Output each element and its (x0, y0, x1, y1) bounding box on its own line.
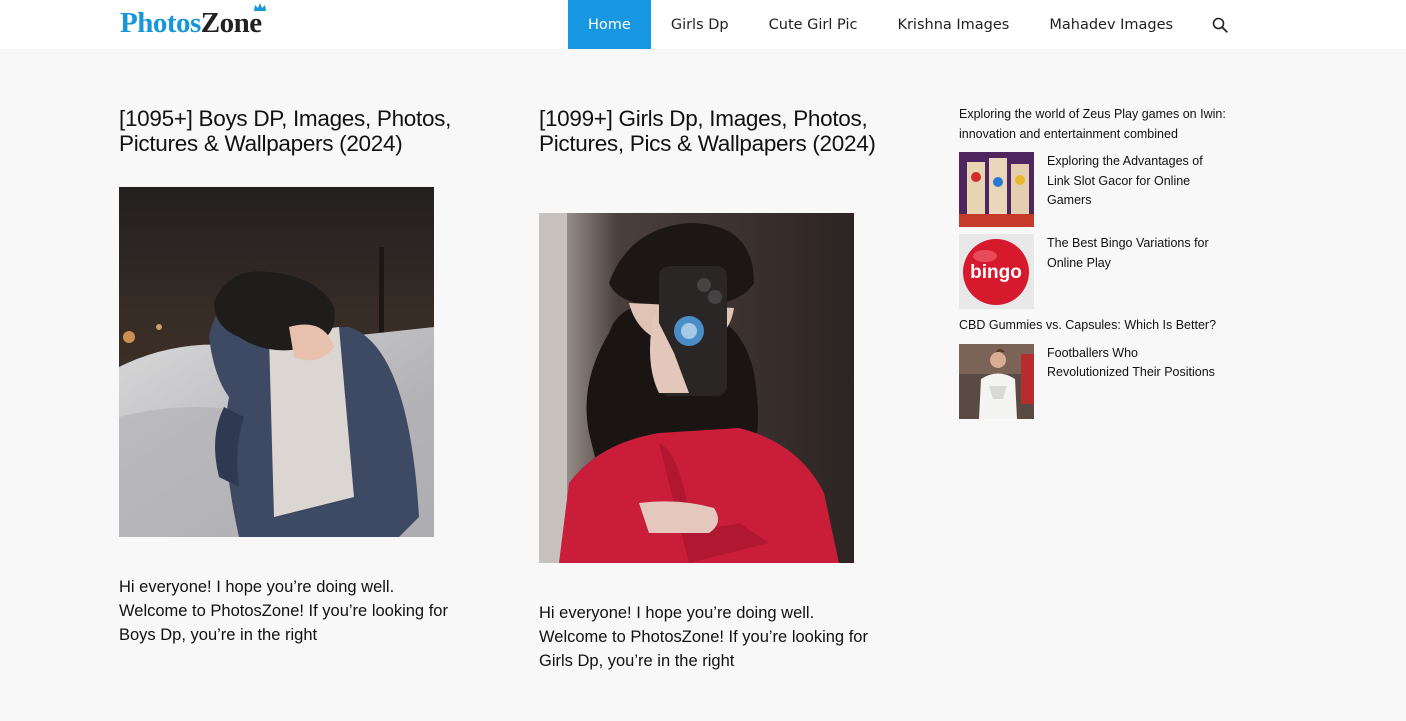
site-header: PhotosZone Home Girls Dp Cute Girl Pic K… (0, 0, 1406, 49)
search-button[interactable] (1193, 0, 1247, 49)
post-thumbnail-girls-dp[interactable] (539, 213, 854, 563)
nav-item-girls-dp[interactable]: Girls Dp (651, 0, 749, 49)
sidebar-post-link[interactable]: Exploring the world of Zeus Play games o… (959, 105, 1229, 144)
sidebar-post-thumbnail[interactable] (959, 343, 1034, 419)
logo-text-zone: Zone (201, 3, 266, 39)
nav-item-mahadev-images[interactable]: Mahadev Images (1029, 0, 1193, 49)
sidebar-post-link[interactable]: Footballers Who Revolutionized Their Pos… (1047, 344, 1222, 419)
post-thumbnail-boys-dp[interactable] (119, 187, 434, 537)
sidebar-post-thumbnail[interactable] (959, 152, 1034, 227)
search-icon (1212, 17, 1228, 33)
sidebar-post-link[interactable]: The Best Bingo Variations for Online Pla… (1047, 234, 1222, 309)
sidebar-post-item: bingo The Best Bingo Variations for Onli… (959, 234, 1229, 309)
footballer-image (959, 343, 1034, 419)
post-title-link[interactable]: [1095+] Boys DP, Images, Photos, Picture… (119, 106, 459, 156)
nav-item-cute-girl-pic[interactable]: Cute Girl Pic (749, 0, 878, 49)
bingo-ball-image: bingo (959, 234, 1034, 309)
main-navigation: Home Girls Dp Cute Girl Pic Krishna Imag… (568, 0, 1247, 49)
logo-text-photos: Photos (120, 7, 201, 39)
post-card-girls-dp: [1099+] Girls Dp, Images, Photos, Pictur… (539, 106, 879, 156)
slot-machine-image (959, 152, 1034, 227)
boy-photo-image (119, 187, 434, 537)
post-card-boys-dp: [1095+] Boys DP, Images, Photos, Picture… (119, 106, 459, 156)
post-excerpt: Hi everyone! I hope you’re doing well. W… (119, 578, 448, 644)
sidebar-post-link[interactable]: CBD Gummies vs. Capsules: Which Is Bette… (959, 316, 1229, 336)
bingo-text: bingo (970, 262, 1022, 283)
sidebar-post-item: Exploring the Advantages of Link Slot Ga… (959, 152, 1229, 227)
sidebar-post-thumbnail[interactable]: bingo (959, 234, 1034, 309)
nav-item-home[interactable]: Home (568, 0, 651, 49)
site-logo[interactable]: PhotosZone (120, 3, 266, 40)
post-excerpt: Hi everyone! I hope you’re doing well. W… (539, 604, 868, 670)
sidebar-recent-posts: Exploring the world of Zeus Play games o… (959, 105, 1229, 426)
sidebar-post-link[interactable]: Exploring the Advantages of Link Slot Ga… (1047, 152, 1222, 227)
girl-photo-image (539, 213, 854, 563)
sidebar-post-item: Footballers Who Revolutionized Their Pos… (959, 343, 1229, 419)
crown-icon (253, 3, 266, 11)
post-title-link[interactable]: [1099+] Girls Dp, Images, Photos, Pictur… (539, 106, 879, 156)
nav-item-krishna-images[interactable]: Krishna Images (877, 0, 1029, 49)
